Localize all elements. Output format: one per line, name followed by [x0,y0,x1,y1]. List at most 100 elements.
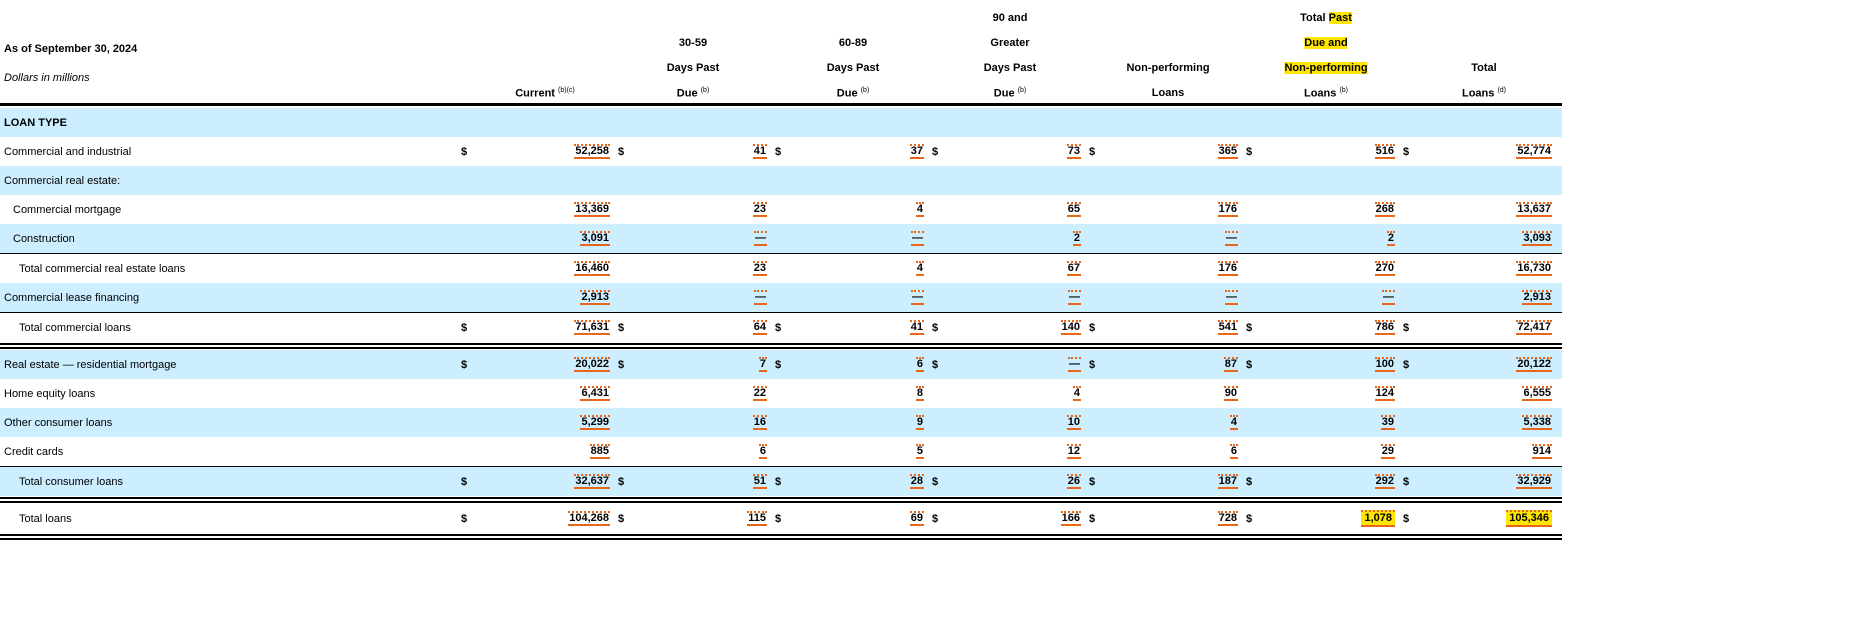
dollar-sign: $ [775,358,782,371]
loan-table: LOAN TYPE Commercial and industrial $52,25… [0,108,1562,541]
cell-value: 87 [1223,357,1238,372]
dollar-sign: $ [1403,145,1410,158]
footnote-ref: (b)(c) [558,87,575,94]
dollar-sign: $ [775,512,782,525]
cell-value: 541 [1217,320,1238,335]
column-header-line: Days Past [826,62,880,74]
dollar-sign: $ [618,512,625,525]
dollar-sign: $ [1246,358,1253,371]
dollar-sign: $ [1089,321,1096,334]
cell-value: 10 [1066,415,1081,430]
cell-value: 4 [915,202,924,217]
column-header-line: Due (b) [676,87,710,100]
cell-value: 13,637 [1516,202,1552,217]
cell-value: 187 [1217,474,1238,489]
cell-value: 7 [758,357,767,372]
double-rule [0,534,1562,540]
cell-value: — [1225,231,1238,246]
column-header-line: Non-performing [1284,62,1368,74]
cell-value: 124 [1374,386,1395,401]
cell-value: 6,431 [580,386,610,401]
cell-value: 12 [1066,444,1081,459]
dollar-sign: $ [1403,321,1410,334]
cell-value: 292 [1374,474,1395,489]
table-row: Commercial and industrial $52,258 $41 $37 $7… [0,137,1562,166]
cell-value: 9 [915,415,924,430]
cell-value: 365 [1217,144,1238,159]
cell-value: 16 [752,415,767,430]
dollar-sign: $ [775,145,782,158]
dollar-sign: $ [618,321,625,334]
cell-value: 37 [909,144,924,159]
row-label: Home equity loans [4,387,96,400]
table-row: LOAN TYPE [0,108,1562,137]
cell-value: 885 [589,444,610,459]
column-header-line: 90 and [992,12,1028,24]
cell-value: 73 [1066,144,1081,159]
cell-value: 914 [1531,444,1552,459]
cell-value: 3,093 [1522,231,1552,246]
cell-value: 32,929 [1516,474,1552,489]
table-row: Other consumer loans 5,299 16 9 10 4 39 5,338 [0,408,1562,437]
cell-value: 4 [1072,386,1081,401]
double-rule [0,343,1562,349]
dollar-sign: $ [1246,512,1253,525]
row-label: Credit cards [4,445,64,458]
cell-value: 23 [752,261,767,276]
row-label: Commercial lease financing [4,291,140,304]
cell-value: 71,631 [574,320,610,335]
table-row: Commercial mortgage 13,369 23 4 65 176 268 13,6… [0,195,1562,224]
cell-value: 6,555 [1522,386,1552,401]
cell-value: 23 [752,202,767,217]
footnote-ref: (b) [1339,87,1349,94]
cell-value: 728 [1217,511,1238,526]
column-header-line: Current (b)(c) [515,87,575,100]
dollar-sign: $ [461,512,468,525]
cell-value: 5 [915,444,924,459]
cell-value: 20,022 [574,357,610,372]
dollar-sign: $ [461,475,468,488]
cell-value: — [754,290,767,305]
dollar-sign: $ [1246,475,1253,488]
cell-value: 516 [1374,144,1395,159]
cell-value: 90 [1223,386,1238,401]
cell-value: 176 [1217,261,1238,276]
cell-value: 140 [1060,320,1081,335]
column-header-line: 30-59 [678,37,708,49]
dollar-sign: $ [1403,358,1410,371]
cell-value: 8 [915,386,924,401]
cell-value: 4 [1229,415,1238,430]
cell-value: — [1068,357,1081,372]
table-row: Total loans $104,268 $115 $69 $166 $728 $1,078… [0,504,1562,533]
cell-value: — [1068,290,1081,305]
table-header: As of September 30, 2024 Dollars in mill… [0,0,1562,104]
cell-value: 67 [1066,261,1081,276]
cell-value: 3,091 [580,231,610,246]
row-label: Real estate — residential mortgage [4,358,177,371]
dollar-sign: $ [932,358,939,371]
cell-value: 166 [1060,511,1081,526]
cell-value: 65 [1066,202,1081,217]
cell-value: 26 [1066,474,1081,489]
footnote-ref: (b) [1017,87,1027,94]
cell-value: — [754,231,767,246]
dollar-sign: $ [932,475,939,488]
cell-value: 2 [1072,231,1081,246]
cell-value: 20,122 [1516,357,1552,372]
dollar-sign: $ [775,321,782,334]
table-row: Total consumer loans $32,637 $51 $28 $26 $187… [0,467,1562,496]
cell-value: 115 [747,511,767,526]
cell-value: 64 [752,320,767,335]
dollar-sign: $ [1246,145,1253,158]
dollar-sign: $ [618,145,625,158]
dollar-sign: $ [1089,145,1096,158]
column-header-line: 60-89 [838,37,868,49]
dollar-sign: $ [1089,475,1096,488]
column-header-line: Greater [990,37,1030,49]
units-label: Dollars in millions [4,72,90,84]
table-row: Commercial lease financing 2,913 — — — — — 2,91… [0,283,1562,312]
as-of-date: As of September 30, 2024 [4,43,138,55]
column-header-line: Loans [1151,87,1185,99]
dollar-sign: $ [461,321,468,334]
table-row: Real estate — residential mortgage $20,02… [0,350,1562,379]
